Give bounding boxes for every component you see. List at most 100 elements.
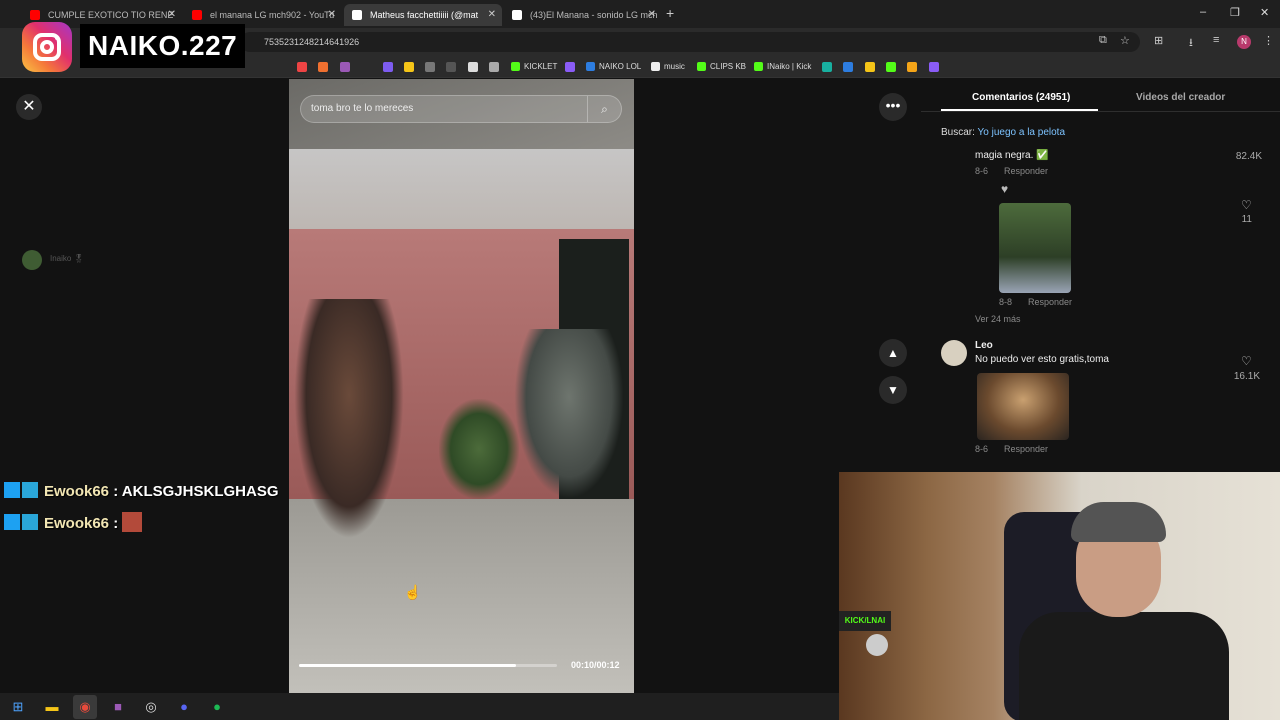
chat-emote (122, 512, 143, 532)
avatar (866, 634, 888, 656)
comment-date: 8-6 (975, 166, 989, 176)
chat-text: : AKLSGJHSKLGHASG (113, 483, 279, 500)
obs-icon[interactable]: ◎ (139, 695, 163, 719)
bookmark-icon[interactable] (318, 62, 328, 72)
youtube-icon (192, 10, 202, 20)
downloads-icon[interactable]: ⭳ (1189, 34, 1193, 53)
bookmark-inaiko-kick[interactable]: INaiko | Kick (754, 56, 811, 78)
media-controls-icon[interactable]: ≡ (1213, 34, 1219, 46)
bookmark-icon[interactable] (383, 62, 393, 72)
bookmark-icon[interactable] (907, 62, 917, 72)
chrome-icon[interactable]: ◉ (73, 695, 97, 719)
bookmark-icon[interactable] (340, 62, 350, 72)
minimize-button[interactable]: – (1200, 6, 1206, 18)
video-time: 00:10/00:12 (571, 660, 620, 670)
instagram-icon (22, 22, 72, 72)
bookmark-music[interactable]: music (651, 56, 685, 78)
heart-icon[interactable]: ♡ (1241, 354, 1252, 368)
extensions-icon[interactable]: ⊞ (1154, 34, 1163, 47)
comment-date: 8-8 (999, 297, 1013, 307)
kick-label: KICK/LNAI (839, 611, 891, 631)
comment-image[interactable] (977, 373, 1069, 440)
reply-link[interactable]: Responder (1028, 297, 1072, 307)
chat-user: Ewook66 (44, 515, 110, 532)
search-link[interactable]: Yo juego a la pelota (978, 127, 1066, 138)
close-tab-icon[interactable]: ✕ (648, 4, 656, 26)
video-person (294, 299, 404, 539)
app-icon[interactable]: ■ (106, 695, 130, 719)
streamer-name: NAIKO.227 (80, 24, 246, 68)
left-panel (0, 79, 289, 693)
close-tab-icon[interactable]: ✕ (328, 4, 336, 26)
comment-text: No puedo ver esto gratis,toma (975, 354, 1109, 365)
discord-icon[interactable]: ● (172, 695, 196, 719)
webcam-feed (839, 472, 1280, 720)
avatar[interactable] (22, 250, 42, 270)
bookmark-icon[interactable] (425, 62, 435, 72)
browser-tab[interactable]: el manana LG mch902 - YouTu ✕ (184, 4, 342, 26)
tab-title: Matheus facchettiiiii (@mat (370, 10, 479, 20)
close-tab-icon[interactable]: ✕ (168, 4, 176, 26)
reply-link[interactable]: Responder (1004, 166, 1048, 176)
spotify-icon[interactable]: ● (205, 695, 229, 719)
chat-message: Ewook66 : (4, 512, 143, 532)
webcam-cap (1071, 502, 1166, 542)
comment-image[interactable] (999, 203, 1071, 293)
tab-creator-videos[interactable]: Videos del creador (1136, 92, 1225, 103)
chat-badge-icon (22, 514, 38, 530)
browser-tab[interactable]: (43)El Manana - sonido LG mch ✕ (504, 4, 662, 26)
close-tab-icon[interactable]: ✕ (488, 4, 496, 26)
next-video-button[interactable]: ▼ (879, 376, 907, 404)
close-window-button[interactable]: ✕ (1260, 6, 1269, 19)
bookmark-icon[interactable] (886, 62, 896, 72)
bookmark-icon[interactable] (843, 62, 853, 72)
comment-text: magia negra. ✅ (975, 150, 1049, 161)
more-options-button[interactable]: ••• (879, 93, 907, 121)
reply-link[interactable]: Responder (1004, 444, 1048, 454)
bookmark-kicklet[interactable]: KICKLET (511, 56, 557, 78)
previous-video-button[interactable]: ▲ (879, 339, 907, 367)
bookmark-clips-kb[interactable]: CLIPS KB (697, 56, 746, 78)
bookmark-icon[interactable] (489, 62, 499, 72)
tab-comments[interactable]: Comentarios (24951) (972, 92, 1070, 103)
browser-tab-active[interactable]: Matheus facchettiiiii (@mat ✕ (344, 4, 502, 26)
screen: CUMPLE EXOTICO TIO RENE ✕ el manana LG m… (0, 0, 1280, 720)
tab-title: CUMPLE EXOTICO TIO RENE (48, 10, 174, 20)
bookmark-icon[interactable] (565, 62, 575, 72)
heart-icon[interactable]: ♡ (1241, 198, 1252, 212)
video-player[interactable] (289, 79, 634, 693)
video-progress-bar[interactable] (299, 664, 557, 667)
tiktok-icon (352, 10, 362, 20)
menu-icon[interactable]: ⋮ (1263, 34, 1274, 47)
windows-start-icon[interactable]: ⊞ (6, 695, 30, 719)
bookmark-icon[interactable] (297, 62, 307, 72)
search-icon[interactable]: ⌕ (587, 96, 621, 122)
install-app-icon[interactable]: ⧉ (1099, 34, 1107, 47)
hand-cursor-icon: ☝ (404, 584, 422, 600)
webcam-torso (1019, 612, 1229, 720)
maximize-button[interactable]: ❐ (1230, 6, 1240, 19)
bookmark-icon[interactable] (404, 62, 414, 72)
comment-user[interactable]: Leo (975, 340, 993, 351)
search-input[interactable]: toma bro te lo mereces ⌕ (300, 95, 622, 123)
bookmark-icon[interactable] (865, 62, 875, 72)
chat-badge-icon (4, 514, 20, 530)
view-more-replies[interactable]: Ver 24 más (975, 314, 1021, 324)
url-input[interactable]: 7535231248214641926 (240, 32, 1140, 52)
close-button[interactable]: ✕ (16, 94, 42, 120)
bookmark-icon[interactable] (822, 62, 832, 72)
file-explorer-icon[interactable]: ▬ (40, 695, 64, 719)
youtube-icon (30, 10, 40, 20)
heart-icon[interactable]: ♥ (1001, 182, 1008, 196)
chat-badge-icon (22, 482, 38, 498)
bookmark-naiko-lol[interactable]: NAIKO LOL (586, 56, 641, 78)
chat-message: Ewook66 : AKLSGJHSKLGHASG (4, 482, 279, 500)
avatar[interactable] (941, 340, 967, 366)
bookmark-icon[interactable] (929, 62, 939, 72)
profile-avatar[interactable]: N (1237, 35, 1251, 49)
bookmark-icon[interactable] (446, 62, 456, 72)
new-tab-button[interactable]: + (666, 5, 674, 21)
bookmark-icon[interactable] (468, 62, 478, 72)
bookmark-star-icon[interactable]: ☆ (1120, 34, 1130, 47)
tab-title: (43)El Manana - sonido LG mch (530, 10, 658, 20)
